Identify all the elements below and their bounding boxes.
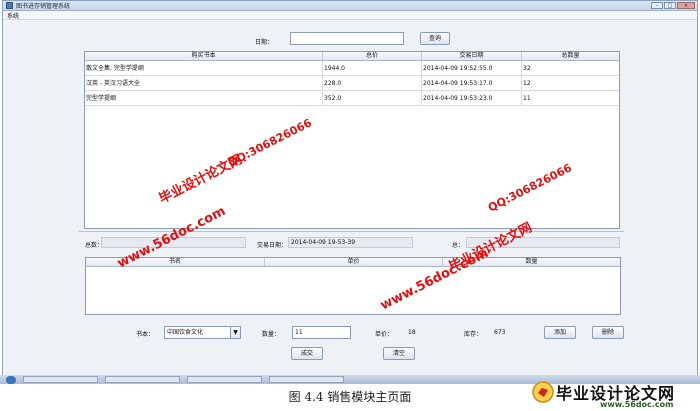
chevron-down-icon[interactable]: ▼ [230, 327, 240, 338]
menu-system[interactable]: 系统 [7, 11, 19, 20]
delete-button[interactable]: 删除 [592, 326, 624, 339]
price-value: 18 [408, 329, 416, 336]
table-cell: 228.0 [323, 76, 422, 90]
book-select[interactable]: 中国饮食文化 ▼ [164, 326, 241, 339]
column-header[interactable]: 单价 [265, 258, 443, 266]
column-header[interactable]: 总数量 [522, 52, 619, 60]
taskbar-item[interactable] [269, 376, 344, 383]
app-icon [6, 2, 13, 9]
book-label: 书本： [136, 331, 155, 338]
taskbar-item[interactable] [187, 376, 262, 383]
quantity-label: 数量： [262, 331, 281, 338]
detail-table-header: 书名 单价 数量 [86, 258, 620, 267]
table-cell: 352.0 [323, 91, 422, 105]
table-cell: 完型学提纲 [85, 91, 323, 105]
close-button[interactable]: × [677, 2, 695, 9]
deal-button[interactable]: 成交 [291, 347, 323, 360]
logo-icon [532, 381, 554, 403]
price-label: 单价： [375, 331, 394, 338]
table-cell: 11 [523, 95, 531, 102]
table-cell: 2014-04-09 19:52:55.0 [422, 61, 522, 75]
table-cell: 2014-04-09 19:53:23.0 [422, 91, 522, 105]
minimize-button[interactable]: – [651, 2, 663, 9]
table-cell: 12 [523, 80, 531, 87]
table-cell: 32 [523, 65, 531, 72]
app-window: 图书进存销管理系统 – □ × 系统 日期： 查询 购买书本 总价 交易日期 总… [2, 0, 698, 382]
sales-panel: 日期： 查询 购买书本 总价 交易日期 总数量 散文全集, 完型学提纲 1944… [3, 21, 697, 381]
window-title: 图书进存销管理系统 [16, 3, 71, 10]
stock-label: 库存： [464, 331, 483, 338]
menu-bar: 系统 [3, 11, 697, 20]
site-logo: 毕业设计论文网 www.56doc.com [530, 378, 700, 411]
purchase-table-header: 购买书本 总价 交易日期 总数量 [85, 52, 619, 61]
table-cell: 2014-04-09 19:53:17.0 [422, 76, 522, 90]
quantity-input[interactable]: 11 [292, 326, 351, 339]
maximize-button[interactable]: □ [664, 2, 676, 9]
taskbar-item[interactable] [105, 376, 180, 383]
table-cell: 1944.0 [323, 61, 422, 75]
divider [79, 231, 624, 232]
table-row[interactable]: 完型学提纲 352.0 2014-04-09 19:53:23.0 11 [85, 91, 619, 106]
taskbar-item[interactable] [23, 376, 98, 383]
title-bar: 图书进存销管理系统 – □ × [3, 1, 697, 11]
logo-url: www.56doc.com [600, 400, 674, 409]
column-header[interactable]: 购买书本 [85, 52, 323, 60]
table-cell: 散文全集, 完型学提纲 [85, 61, 323, 75]
column-header[interactable]: 交易日期 [422, 52, 522, 60]
add-button[interactable]: 添加 [544, 326, 576, 339]
date-input[interactable] [290, 32, 404, 45]
column-header[interactable]: 总价 [323, 52, 422, 60]
start-icon[interactable] [6, 375, 16, 384]
query-button[interactable]: 查询 [420, 32, 450, 45]
table-cell: 汉英 - 英汉习语大全 [85, 76, 323, 90]
table-row[interactable]: 汉英 - 英汉习语大全 228.0 2014-04-09 19:53:17.0 … [85, 76, 619, 91]
trade-date-field: 2014-04-09 19-53-39 [288, 237, 413, 248]
sum-label: 总： [452, 242, 465, 249]
table-row[interactable]: 散文全集, 完型学提纲 1944.0 2014-04-09 19:52:55.0… [85, 61, 619, 76]
detail-table: 书名 单价 数量 [85, 257, 621, 315]
clear-button[interactable]: 清空 [383, 347, 415, 360]
column-header[interactable]: 书名 [86, 258, 265, 266]
trade-date-label: 交易日期： [257, 242, 288, 249]
book-select-value: 中国饮食文化 [167, 329, 204, 336]
stock-value: 673 [494, 329, 506, 336]
date-label: 日期： [255, 39, 274, 46]
